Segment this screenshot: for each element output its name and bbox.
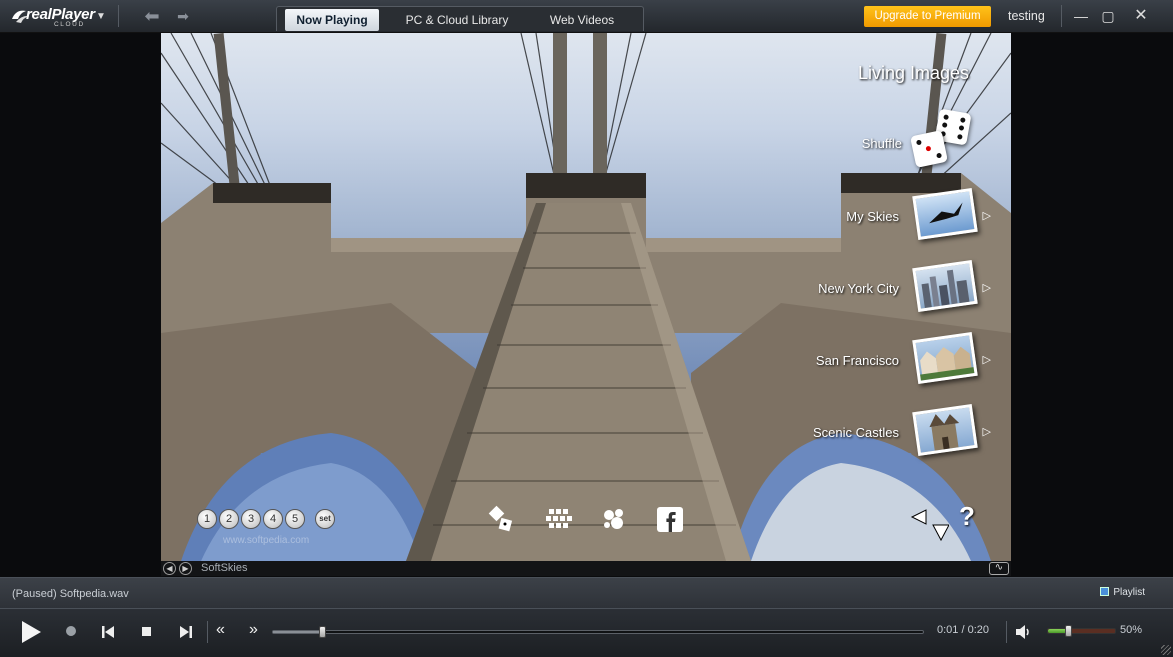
playlist-button[interactable]: Playlist bbox=[1100, 587, 1145, 598]
san-francisco-arrow-icon[interactable]: ▷ bbox=[983, 353, 991, 366]
title-bar: realPlayer CLOUD ▼ ⬅ ➡ Now Playing PC & … bbox=[0, 0, 1173, 33]
preset-2-button[interactable]: 2 bbox=[219, 509, 239, 529]
logo-subtext: CLOUD bbox=[54, 21, 85, 28]
divider bbox=[207, 621, 208, 643]
stop-icon[interactable] bbox=[142, 627, 151, 636]
bird-sky-thumbnail-icon[interactable] bbox=[912, 188, 978, 240]
divider bbox=[1061, 5, 1062, 27]
maximize-icon[interactable]: ▢ bbox=[1097, 5, 1119, 27]
preset-3-button[interactable]: 3 bbox=[241, 509, 261, 529]
living-images-title: Living Images bbox=[857, 63, 969, 83]
menu-item-scenic-castles-label[interactable]: Scenic Castles bbox=[813, 425, 899, 440]
menu-item-san-francisco-label[interactable]: San Francisco bbox=[816, 353, 899, 368]
skip-previous-icon[interactable] bbox=[102, 626, 114, 638]
shuffle-dice-small-icon[interactable] bbox=[488, 505, 514, 533]
back-arrow-icon[interactable]: ⬅ bbox=[142, 6, 162, 26]
forward-arrow-icon[interactable]: ➡ bbox=[173, 6, 193, 26]
tab-now-playing[interactable]: Now Playing bbox=[285, 9, 379, 31]
next-image-icon[interactable]: ▶ bbox=[179, 562, 192, 575]
record-icon[interactable] bbox=[66, 626, 76, 636]
grid-mosaic-icon[interactable] bbox=[546, 505, 572, 533]
bridge-tower-scene bbox=[161, 33, 1011, 561]
navigation-arrows-icon[interactable] bbox=[909, 507, 949, 543]
playlist-label: Playlist bbox=[1113, 587, 1145, 598]
shuffle-dice-icon[interactable] bbox=[909, 108, 973, 175]
skip-next-icon[interactable] bbox=[180, 626, 192, 638]
shuffle-label[interactable]: Shuffle bbox=[862, 136, 902, 151]
username-label[interactable]: testing bbox=[1008, 9, 1045, 23]
close-icon[interactable]: ✕ bbox=[1130, 5, 1152, 27]
divider bbox=[1006, 621, 1007, 643]
help-question-icon[interactable]: ? bbox=[959, 501, 975, 532]
minimize-icon[interactable]: — bbox=[1070, 5, 1092, 27]
previous-image-icon[interactable]: ◀ bbox=[163, 562, 176, 575]
transport-controls: « » 0:01 / 0:20 50% bbox=[0, 608, 1173, 657]
menu-item-my-skies-label[interactable]: My Skies bbox=[846, 209, 899, 224]
window-resize-grip[interactable] bbox=[1161, 645, 1171, 655]
volume-percent: 50% bbox=[1120, 624, 1143, 636]
tab-web-videos[interactable]: Web Videos bbox=[535, 9, 629, 31]
volume-speaker-icon[interactable] bbox=[1016, 625, 1032, 639]
living-images-viewer[interactable]: Living Images Shuffle My Skies ▷ New Yor… bbox=[161, 33, 1011, 561]
city-skyline-thumbnail-icon[interactable] bbox=[912, 260, 978, 312]
tab-pc-cloud-library[interactable]: PC & Cloud Library bbox=[392, 9, 522, 31]
bubbles-icon[interactable] bbox=[601, 505, 627, 533]
victorian-houses-thumbnail-icon[interactable] bbox=[912, 332, 978, 384]
fast-forward-icon[interactable]: » bbox=[249, 621, 258, 639]
current-image-set-title: SoftSkies bbox=[201, 562, 248, 574]
media-info-strip: ◀ ▶ SoftSkies ∿ bbox=[161, 561, 1011, 576]
seek-bar-fill bbox=[273, 631, 322, 633]
rewind-icon[interactable]: « bbox=[216, 621, 225, 639]
new-york-city-arrow-icon[interactable]: ▷ bbox=[983, 281, 991, 294]
menu-item-new-york-city-label[interactable]: New York City bbox=[818, 281, 899, 296]
app-menu-dropdown-icon[interactable]: ▼ bbox=[96, 11, 106, 22]
status-bar: (Paused) Softpedia.wav Playlist bbox=[0, 577, 1173, 608]
castle-thumbnail-icon[interactable] bbox=[912, 404, 978, 456]
softpedia-watermark: www.softpedia.com bbox=[223, 535, 310, 546]
set-preset-button[interactable]: set bbox=[315, 509, 335, 529]
volume-slider-handle[interactable] bbox=[1065, 625, 1073, 637]
divider bbox=[118, 5, 119, 27]
facebook-icon[interactable] bbox=[657, 505, 683, 533]
volume-slider[interactable] bbox=[1047, 625, 1116, 637]
upgrade-premium-button[interactable]: Upgrade to Premium bbox=[864, 6, 991, 27]
play-icon[interactable] bbox=[20, 620, 42, 644]
realplayer-logo[interactable]: realPlayer CLOUD bbox=[10, 5, 95, 29]
main-tabs: Now Playing PC & Cloud Library Web Video… bbox=[276, 6, 644, 31]
playback-time: 0:01 / 0:20 bbox=[937, 624, 989, 636]
visualization-toggle-icon[interactable]: ∿ bbox=[989, 562, 1009, 575]
playlist-icon bbox=[1100, 587, 1110, 596]
preset-1-button[interactable]: 1 bbox=[197, 509, 217, 529]
playback-status-text: (Paused) Softpedia.wav bbox=[12, 588, 129, 600]
realplayer-window: realPlayer CLOUD ▼ ⬅ ➡ Now Playing PC & … bbox=[0, 0, 1173, 657]
preset-4-button[interactable]: 4 bbox=[263, 509, 283, 529]
seek-bar[interactable] bbox=[272, 626, 924, 638]
preset-5-button[interactable]: 5 bbox=[285, 509, 305, 529]
my-skies-arrow-icon[interactable]: ▷ bbox=[983, 209, 991, 222]
scenic-castles-arrow-icon[interactable]: ▷ bbox=[983, 425, 991, 438]
seek-bar-handle[interactable] bbox=[318, 626, 326, 638]
